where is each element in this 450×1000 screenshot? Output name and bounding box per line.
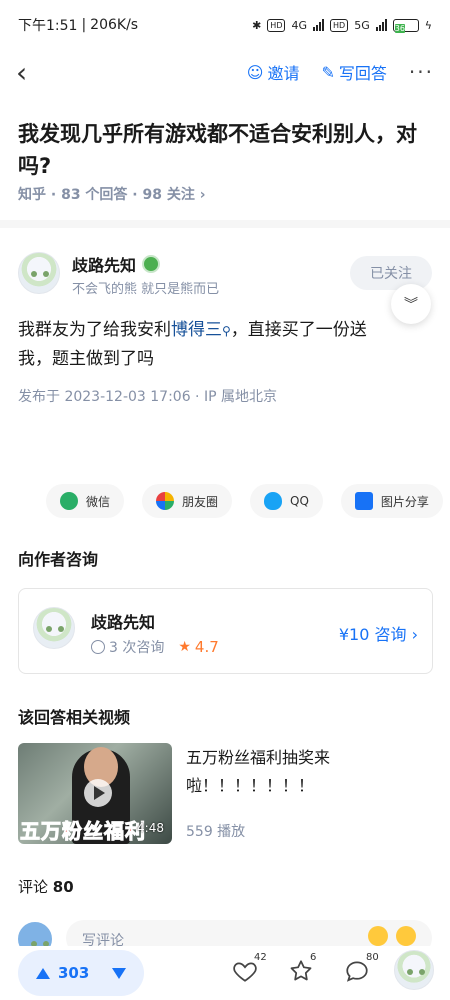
network-label-1: 4G bbox=[291, 18, 308, 32]
bottom-action-bar: 303 42 6 80 bbox=[0, 946, 450, 1000]
upvote-count: 303 bbox=[58, 964, 90, 982]
author-bio: 不会飞的熊 就只是熊而已 bbox=[72, 282, 220, 297]
battery-level: 36 bbox=[394, 23, 405, 33]
achievement-badge-icon bbox=[142, 255, 161, 273]
share-qq-button[interactable]: QQ bbox=[250, 484, 323, 518]
share-label: 朋友圈 bbox=[182, 494, 219, 509]
video-thumbnail[interactable]: 五万粉丝福利 4:48 bbox=[18, 743, 172, 844]
author-name-row[interactable]: 歧路先知 bbox=[72, 252, 161, 276]
upvote-button[interactable]: 303 bbox=[18, 964, 89, 982]
share-row: 微信 朋友圈 QQ 图片分享 bbox=[46, 484, 443, 518]
favorite-count: 6 bbox=[310, 952, 317, 963]
signal-icon bbox=[313, 19, 325, 31]
charging-icon: ϟ bbox=[424, 18, 432, 32]
star-icon: ★ bbox=[178, 639, 191, 655]
back-icon[interactable]: ‹ bbox=[16, 56, 44, 89]
consult-section-title: 向作者咨询 bbox=[18, 550, 99, 569]
share-moments-button[interactable]: 朋友圈 bbox=[142, 484, 233, 518]
publish-info: 发布于 2023-12-03 17:06 · IP 属地北京 bbox=[18, 389, 277, 405]
search-icon[interactable]: ⚲ bbox=[222, 324, 231, 338]
question-source: 知乎 bbox=[18, 187, 46, 203]
play-icon[interactable] bbox=[84, 779, 112, 807]
status-time: 下午1:51 bbox=[18, 18, 78, 34]
status-left: 下午1:51 | 206K/s bbox=[18, 15, 138, 35]
consult-rating: 4.7 bbox=[194, 638, 219, 656]
follow-button[interactable]: 已关注 bbox=[350, 256, 432, 290]
favorite-button[interactable]: 6 bbox=[288, 952, 318, 988]
wechat-icon bbox=[60, 492, 78, 510]
person-add-icon: ☺ bbox=[246, 62, 264, 82]
answer-search-link[interactable]: 博得三 bbox=[171, 320, 222, 340]
network-label-2: 5G bbox=[354, 18, 370, 32]
top-nav: ‹ ☺ 邀请 ✎ 写回答 ··· bbox=[0, 50, 450, 94]
comment-count: 80 bbox=[366, 952, 379, 963]
share-image-button[interactable]: 图片分享 bbox=[340, 484, 443, 518]
answers-count: 83 个回答 bbox=[61, 187, 128, 203]
upvote-icon bbox=[36, 967, 50, 979]
bluetooth-icon: ✱ bbox=[252, 18, 262, 32]
check-circle-icon bbox=[91, 640, 105, 654]
video-caption: 五万粉丝福利 bbox=[20, 819, 146, 844]
laughing-emoji-icon[interactable] bbox=[396, 926, 416, 946]
share-label: QQ bbox=[290, 494, 309, 508]
status-bar: 下午1:51 | 206K/s ✱ HD 4G HD 5G 36 ϟ bbox=[0, 0, 450, 50]
share-wechat-button[interactable]: 微信 bbox=[46, 484, 125, 518]
comment-button[interactable]: 80 bbox=[344, 952, 379, 988]
video-duration: 4:48 bbox=[137, 821, 164, 835]
answer-author: 歧路先知 不会飞的熊 就只是熊而已 已关注 bbox=[18, 250, 432, 300]
video-section-title: 该回答相关视频 bbox=[18, 708, 131, 727]
author-name: 歧路先知 bbox=[72, 256, 137, 275]
author-avatar-small[interactable] bbox=[394, 950, 434, 990]
comments-header: 评论 80 bbox=[18, 876, 74, 897]
share-label: 微信 bbox=[86, 494, 111, 509]
nav-actions: ☺ 邀请 ✎ 写回答 ··· bbox=[247, 60, 434, 84]
write-answer-button[interactable]: ✎ 写回答 bbox=[322, 60, 387, 84]
consult-price-button[interactable]: ¥10 咨询 › bbox=[339, 621, 418, 645]
invite-label: 邀请 bbox=[267, 64, 300, 83]
divider bbox=[0, 220, 450, 228]
consult-name: 歧路先知 bbox=[91, 613, 156, 632]
share-label: 图片分享 bbox=[380, 494, 429, 509]
like-button[interactable]: 42 bbox=[232, 952, 267, 988]
consult-count: 3 次咨询 bbox=[109, 640, 165, 656]
write-answer-label: 写回答 bbox=[338, 64, 387, 83]
status-separator: | bbox=[81, 17, 87, 33]
crying-emoji-icon[interactable] bbox=[368, 926, 388, 946]
question-meta[interactable]: 知乎 · 83 个回答 · 98 关注 › bbox=[18, 184, 206, 204]
battery-icon: 36 bbox=[392, 18, 419, 33]
hd-badge-2: HD bbox=[330, 18, 349, 32]
author-avatar[interactable] bbox=[18, 252, 60, 294]
like-count: 42 bbox=[254, 952, 267, 963]
moments-icon bbox=[156, 492, 175, 510]
chevron-right-icon: › bbox=[199, 187, 206, 203]
image-share-icon bbox=[354, 492, 373, 510]
consult-avatar bbox=[33, 607, 75, 649]
consult-stats: 3 次咨询 ★ 4.7 bbox=[91, 637, 219, 657]
question-title[interactable]: 我发现几乎所有游戏都不适合安利别人，对吗? bbox=[18, 118, 432, 182]
comments-count: 80 bbox=[52, 878, 74, 896]
video-title[interactable]: 五万粉丝福利抽奖来啦！！！！！！！ bbox=[186, 744, 366, 800]
video-plays: 559 播放 bbox=[186, 824, 246, 840]
edit-icon: ✎ bbox=[321, 62, 335, 82]
downvote-button[interactable] bbox=[112, 967, 126, 979]
status-speed: 206K/s bbox=[90, 17, 139, 33]
more-icon[interactable]: ··· bbox=[409, 60, 434, 84]
follows-count: 98 关注 bbox=[142, 187, 195, 203]
invite-button[interactable]: ☺ 邀请 bbox=[247, 60, 300, 84]
consult-card[interactable]: 歧路先知 3 次咨询 ★ 4.7 ¥10 咨询 › bbox=[18, 588, 433, 674]
comments-label: 评论 bbox=[18, 878, 49, 896]
answer-body: 我群友为了给我安利博得三⚲，直接买了一份送我，题主做到了吗 bbox=[18, 316, 398, 373]
signal-icon-2 bbox=[375, 19, 387, 31]
hd-badge: HD bbox=[267, 18, 286, 32]
vote-pill: 303 bbox=[18, 950, 144, 996]
qq-icon bbox=[264, 492, 283, 510]
status-right: ✱ HD 4G HD 5G 36 ϟ bbox=[252, 18, 432, 33]
answer-text-before: 我群友为了给我安利 bbox=[18, 320, 171, 340]
